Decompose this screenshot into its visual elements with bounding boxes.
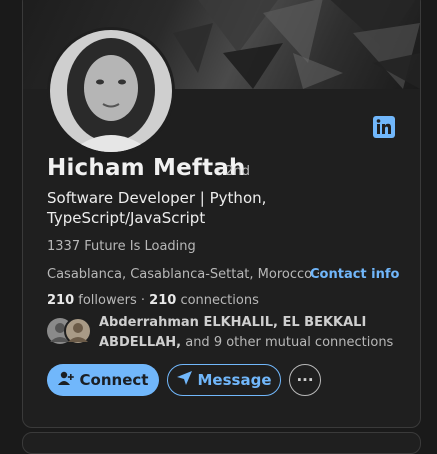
send-icon bbox=[176, 371, 198, 389]
connect-button[interactable]: Connect bbox=[47, 364, 159, 396]
connection-degree: · 2nd bbox=[217, 164, 251, 179]
profile-tagline: 1337 Future Is Loading bbox=[47, 239, 196, 254]
message-label: Message bbox=[197, 371, 272, 389]
linkedin-icon[interactable] bbox=[373, 116, 395, 138]
profile-stats: 210 followers · 210 connections bbox=[47, 293, 259, 308]
more-actions-button[interactable]: ··· bbox=[289, 364, 321, 396]
add-person-icon bbox=[57, 371, 80, 389]
profile-location: Casablanca, Casablanca-Settat, Morocco · bbox=[47, 267, 321, 282]
connections-count: 210 bbox=[149, 293, 177, 308]
stats-separator: · bbox=[140, 293, 146, 308]
profile-name: Hicham Meftah bbox=[47, 155, 246, 181]
profile-headline: Software Developer | Python, TypeScript/… bbox=[47, 189, 267, 227]
followers-label[interactable]: followers bbox=[78, 293, 136, 308]
next-section-card bbox=[22, 432, 421, 454]
more-icon: ··· bbox=[296, 371, 314, 389]
message-button[interactable]: Message bbox=[167, 364, 281, 396]
mutual-connections-text[interactable]: Abderrahman ELKHALIL, EL BEKKALI ABDELLA… bbox=[99, 313, 399, 353]
contact-info-link[interactable]: Contact info bbox=[310, 267, 399, 282]
mutual-connection-avatars[interactable] bbox=[47, 316, 95, 346]
connect-label: Connect bbox=[79, 371, 149, 389]
connections-label[interactable]: connections bbox=[180, 293, 258, 308]
profile-card: Hicham Meftah · 2nd Software Developer |… bbox=[22, 0, 421, 428]
mutual-others: and 9 other mutual connections bbox=[181, 335, 394, 350]
profile-avatar[interactable] bbox=[47, 27, 175, 155]
followers-count: 210 bbox=[47, 293, 75, 308]
